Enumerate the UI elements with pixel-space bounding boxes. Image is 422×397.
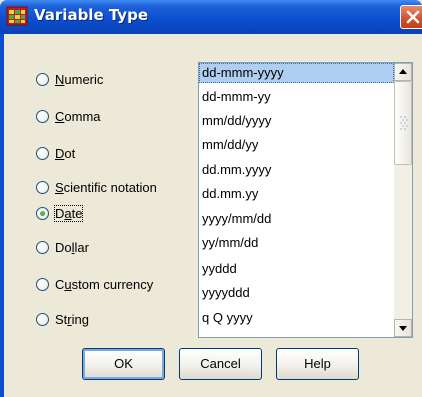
radio-circle[interactable] <box>36 240 49 254</box>
list-item[interactable]: dd-mmm-yy <box>199 87 394 107</box>
radio-label: Comma <box>55 108 101 124</box>
grip-icon <box>400 116 408 130</box>
list-item-selected[interactable]: dd-mmm-yyyy <box>199 63 394 83</box>
cancel-button[interactable]: Cancel <box>179 348 262 380</box>
ok-button[interactable]: OK <box>82 348 165 380</box>
radio-dollar[interactable]: Dollar <box>36 237 89 257</box>
radio-custom-currency[interactable]: Custom currency <box>36 274 153 294</box>
list-item[interactable]: mm/dd/yy <box>199 135 394 155</box>
date-format-items: dd-mmm-yyyy dd-mmm-yy mm/dd/yyyy mm/dd/y… <box>199 63 394 337</box>
spss-data-icon <box>6 6 28 26</box>
radio-circle[interactable] <box>36 72 49 86</box>
list-item[interactable]: yy/mm/dd <box>199 233 394 253</box>
radio-label: Dollar <box>55 239 89 255</box>
radio-circle[interactable] <box>36 312 49 326</box>
dialog-title: Variable Type <box>34 6 148 24</box>
arrow-up-icon <box>399 69 407 74</box>
close-icon <box>406 10 420 24</box>
vertical-scrollbar[interactable] <box>394 63 412 337</box>
close-button[interactable] <box>400 5 422 29</box>
date-format-list[interactable]: dd-mmm-yyyy dd-mmm-yy mm/dd/yyyy mm/dd/y… <box>198 62 413 338</box>
radio-label: Numeric <box>55 71 104 87</box>
radio-string[interactable]: String <box>36 309 89 329</box>
list-item[interactable]: dd.mm.yyyy <box>199 160 394 180</box>
radio-circle[interactable] <box>36 109 49 123</box>
list-item[interactable]: q Q yyyy <box>199 308 394 328</box>
radio-circle[interactable] <box>36 146 49 160</box>
radio-label: Date <box>53 204 84 222</box>
list-item[interactable]: yyyyddd <box>199 283 394 303</box>
radio-circle[interactable] <box>36 277 49 291</box>
scroll-thumb[interactable] <box>394 81 412 165</box>
radio-date[interactable]: Date <box>36 203 84 223</box>
radio-label: Scientific notation <box>55 179 157 195</box>
title-bar[interactable]: Variable Type <box>0 0 422 34</box>
list-item[interactable]: yyddd <box>199 259 394 279</box>
radio-dot[interactable]: Dot <box>36 143 75 163</box>
help-button[interactable]: Help <box>276 348 359 380</box>
radio-label: String <box>55 311 89 327</box>
variable-type-dialog: Variable Type Numeric Comma Dot Scientif… <box>0 0 422 397</box>
arrow-down-icon <box>399 326 407 331</box>
window-border-left <box>0 34 4 397</box>
radio-scientific-notation[interactable]: Scientific notation <box>36 177 157 197</box>
list-item[interactable]: mm/dd/yyyy <box>199 111 394 131</box>
list-item[interactable]: dd.mm.yy <box>199 184 394 204</box>
radio-label: Dot <box>55 145 76 161</box>
scroll-down-button[interactable] <box>394 319 412 337</box>
radio-circle-selected[interactable] <box>36 206 49 220</box>
radio-numeric[interactable]: Numeric <box>36 69 103 89</box>
radio-comma[interactable]: Comma <box>36 106 101 126</box>
scroll-up-button[interactable] <box>394 63 412 81</box>
list-item[interactable]: yyyy/mm/dd <box>199 209 394 229</box>
radio-label: Custom currency <box>55 276 154 292</box>
radio-circle[interactable] <box>36 180 49 194</box>
